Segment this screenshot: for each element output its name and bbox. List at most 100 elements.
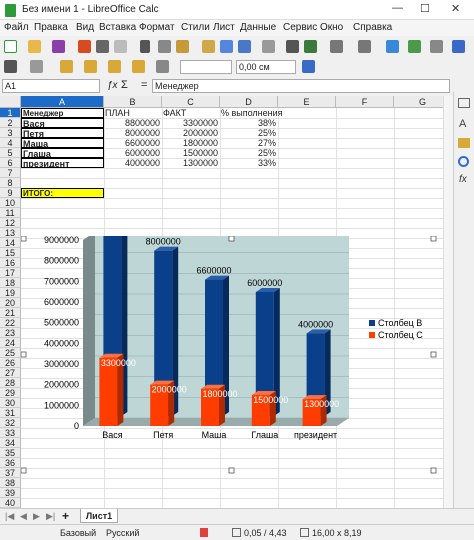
table-cell[interactable]: Петя [21, 128, 104, 138]
backward-icon[interactable] [108, 60, 121, 73]
table-cell[interactable]: 2000000 [162, 128, 220, 138]
gallery-icon[interactable] [458, 138, 470, 148]
row-header[interactable]: 32 [0, 418, 21, 428]
header-manager[interactable]: Менеджер [21, 108, 104, 118]
table-cell[interactable]: 8800000 [104, 118, 162, 128]
row-header[interactable]: 18 [0, 278, 21, 288]
menu-edit[interactable]: Правка [34, 22, 68, 33]
clear-icon[interactable] [220, 40, 233, 53]
column-header-f[interactable]: F [336, 96, 394, 108]
sort-icon[interactable] [386, 40, 399, 53]
name-box[interactable]: A1 [2, 79, 100, 93]
menu-insert[interactable]: Вставка [99, 22, 136, 33]
spreadsheet-grid[interactable]: A B C D E F G H Менеджер ПЛАН ФАКТ % вып… [0, 96, 443, 508]
table-cell[interactable]: 8000000 [104, 128, 162, 138]
function-wizard-icon[interactable]: ƒx [107, 80, 118, 91]
autofilter-icon[interactable] [408, 40, 421, 53]
menu-help[interactable]: Справка [353, 22, 392, 33]
row-header[interactable]: 4 [0, 138, 21, 148]
functions-icon[interactable]: fx [459, 174, 467, 185]
menu-tools[interactable]: Сервис [283, 22, 317, 33]
table-cell[interactable]: 27% [220, 138, 278, 148]
row-header[interactable]: 11 [0, 208, 21, 218]
menu-sheet[interactable]: Лист [213, 22, 235, 33]
first-sheet-icon[interactable]: |◀ [5, 511, 14, 522]
table-cell[interactable]: 6000000 [104, 148, 162, 158]
column-icon[interactable] [358, 40, 371, 53]
formula-input[interactable]: Менеджер [152, 79, 450, 93]
header-plan[interactable]: ПЛАН [104, 108, 162, 118]
navigator-icon[interactable] [458, 156, 469, 167]
row-header[interactable]: 28 [0, 378, 21, 388]
row-header[interactable]: 6 [0, 158, 21, 168]
header-fact[interactable]: ФАКТ [162, 108, 220, 118]
maximize-button[interactable]: ☐ [420, 2, 430, 15]
menu-window[interactable]: Окно [320, 22, 343, 33]
row-icon[interactable] [330, 40, 343, 53]
corner-select-all[interactable] [0, 96, 21, 108]
column-header-a[interactable]: A [21, 96, 104, 108]
row-header[interactable]: 29 [0, 388, 21, 398]
close-button[interactable]: ✕ [451, 2, 460, 15]
table-cell[interactable]: 33% [220, 158, 278, 168]
row-header[interactable]: 31 [0, 408, 21, 418]
row-header[interactable]: 1 [0, 108, 21, 118]
open-icon[interactable] [28, 40, 41, 53]
column-header-d[interactable]: D [220, 96, 278, 108]
row-header[interactable]: 27 [0, 368, 21, 378]
row-header[interactable]: 16 [0, 258, 21, 268]
save-icon[interactable] [52, 40, 65, 53]
table-cell[interactable]: 25% [220, 128, 278, 138]
column-header-e[interactable]: E [278, 96, 336, 108]
row-header[interactable]: 35 [0, 448, 21, 458]
row-header[interactable]: 17 [0, 268, 21, 278]
last-sheet-icon[interactable]: ▶| [46, 511, 55, 522]
header-percent[interactable]: % выполнения [220, 108, 290, 118]
total-label[interactable]: ИТОГО: [21, 188, 104, 198]
undo-icon[interactable] [238, 40, 251, 53]
row-header[interactable]: 8 [0, 178, 21, 188]
row-header[interactable]: 36 [0, 458, 21, 468]
column-header-b[interactable]: B [104, 96, 162, 108]
redo-icon[interactable] [262, 40, 275, 53]
chart-icon[interactable] [452, 40, 465, 53]
row-header[interactable]: 24 [0, 338, 21, 348]
row-header[interactable]: 20 [0, 298, 21, 308]
row-header[interactable]: 26 [0, 358, 21, 368]
vertical-scrollbar[interactable] [443, 96, 453, 508]
line-width-field[interactable]: 0,00 см [236, 60, 296, 74]
table-cell[interactable]: 38% [220, 118, 278, 128]
row-header[interactable]: 25 [0, 348, 21, 358]
sheet-tab-list1[interactable]: Лист1 [80, 509, 118, 523]
copy-icon[interactable] [158, 40, 171, 53]
row-header[interactable]: 3 [0, 128, 21, 138]
line-icon[interactable] [156, 60, 169, 73]
language[interactable]: Русский [106, 528, 139, 538]
menu-view[interactable]: Вид [76, 22, 94, 33]
row-header[interactable]: 33 [0, 428, 21, 438]
table-cell[interactable]: Вася [21, 118, 104, 128]
page-style[interactable]: Базовый [60, 528, 96, 538]
table-cell[interactable]: Глаша [21, 148, 104, 158]
table-cell[interactable]: Маша [21, 138, 104, 148]
add-sheet-button[interactable]: + [62, 509, 69, 523]
next-sheet-icon[interactable]: ▶ [33, 511, 40, 522]
table-cell[interactable]: 4000000 [104, 158, 162, 168]
print-preview-icon[interactable] [114, 40, 127, 53]
row-header[interactable]: 40 [0, 498, 21, 508]
spelling-icon[interactable] [304, 40, 317, 53]
new-icon[interactable] [4, 40, 17, 53]
prev-sheet-icon[interactable]: ◀ [20, 511, 27, 522]
export-pdf-icon[interactable] [78, 40, 91, 53]
styles-icon[interactable]: A [459, 118, 466, 130]
chart[interactable]: 0 1000000 2000000 3000000 4000000 5000000 6000… [21, 236, 437, 476]
align-icon[interactable] [30, 60, 43, 73]
table-cell[interactable]: президент [21, 158, 104, 168]
table-cell[interactable]: 3300000 [162, 118, 220, 128]
column-header-g[interactable]: G [394, 96, 443, 108]
table-cell[interactable]: 25% [220, 148, 278, 158]
cut-icon[interactable] [140, 40, 150, 53]
forward-icon[interactable] [84, 60, 97, 73]
paste-icon[interactable] [176, 40, 189, 53]
menu-data[interactable]: Данные [240, 22, 276, 33]
